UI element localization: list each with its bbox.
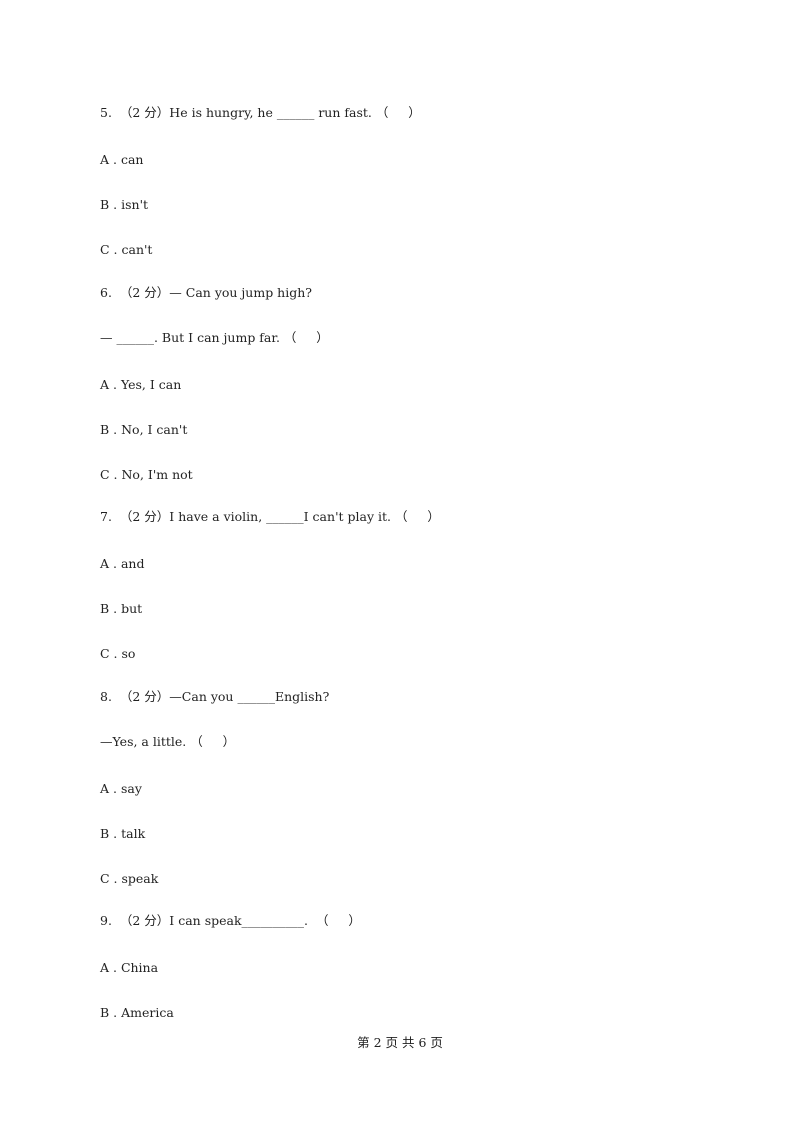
question-stem-continued: —Yes, a little. （ ） (100, 734, 236, 749)
option-a: A . Yes, I can (100, 377, 182, 392)
option-b: B . talk (100, 826, 146, 841)
option-a: A . can (100, 152, 144, 167)
question-stem-continued: — ______. But I can jump far. （ ） (100, 330, 329, 345)
option-a: A . China (100, 960, 159, 975)
question-stem: 8. （2 分）—Can you ______English? (100, 689, 330, 704)
question-stem: 7. （2 分）I have a violin, ______I can't p… (100, 509, 440, 524)
option-c: C . so (100, 646, 136, 661)
option-b: B . No, I can't (100, 422, 188, 437)
option-c: C . No, I'm not (100, 467, 193, 482)
option-a: A . say (100, 781, 142, 796)
option-b: B . isn't (100, 197, 149, 212)
page-number-footer: 第 2 页 共 6 页 (357, 1035, 443, 1050)
question-stem: 6. （2 分）— Can you jump high? (100, 285, 312, 300)
option-b: B . but (100, 601, 143, 616)
question-stem: 9. （2 分）I can speak__________. （ ） (100, 913, 361, 928)
option-a: A . and (100, 556, 145, 571)
question-stem: 5. （2 分）He is hungry, he ______ run fast… (100, 105, 421, 120)
option-c: C . can't (100, 242, 153, 257)
option-c: C . speak (100, 871, 159, 886)
option-b: B . America (100, 1005, 174, 1020)
